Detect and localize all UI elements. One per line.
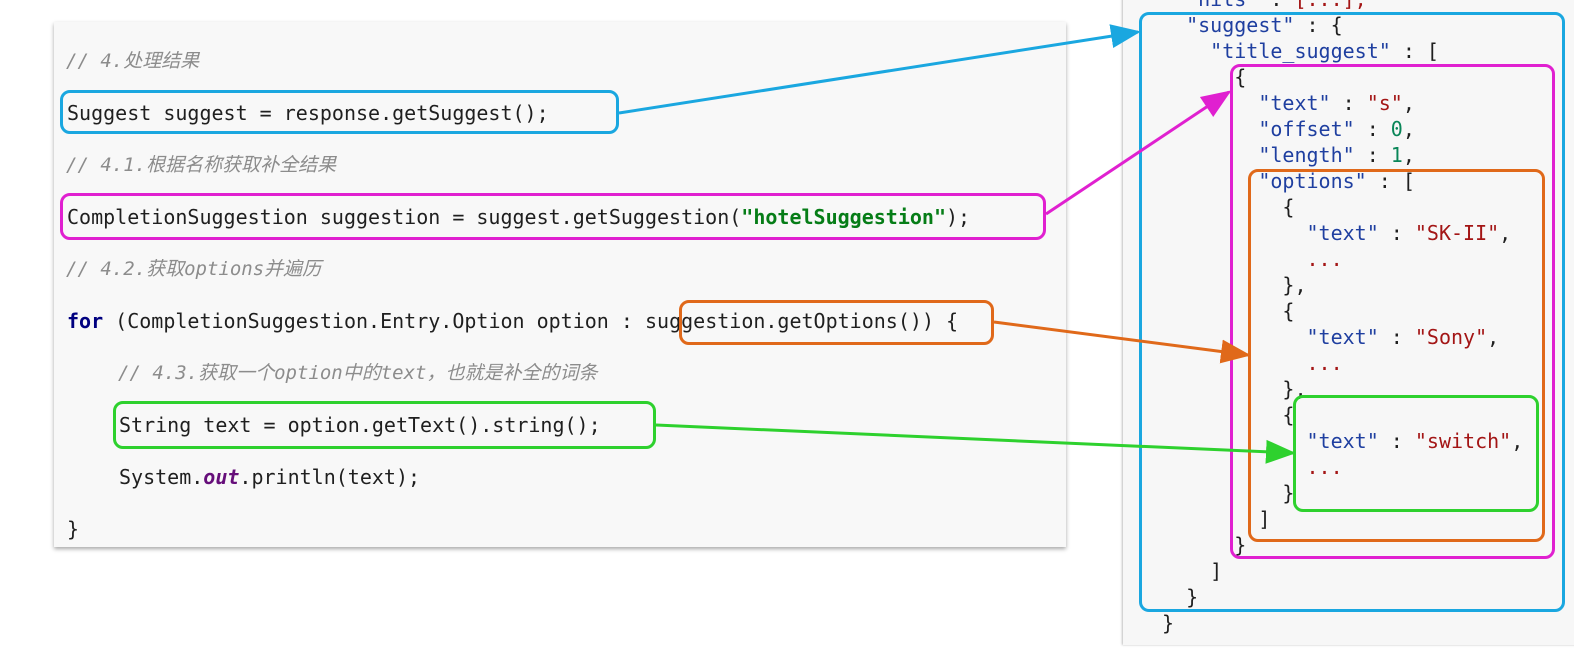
arrow-suggest (618, 24, 1141, 115)
connector-arrows (618, 24, 1296, 464)
arrow-suggestion (1045, 90, 1232, 216)
arrow-text (655, 423, 1296, 464)
arrow-options (993, 320, 1251, 364)
